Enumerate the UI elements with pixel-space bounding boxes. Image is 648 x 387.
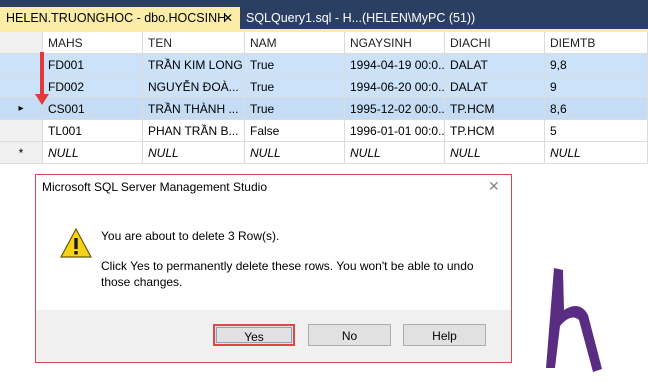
cell-mahs[interactable]: FD001 <box>43 54 143 76</box>
cell-mahs[interactable]: TL001 <box>43 120 143 142</box>
dialog-message: You are about to delete 3 Row(s). <box>101 229 280 243</box>
dialog-detail-message: Click Yes to permanently delete these ro… <box>101 259 474 289</box>
cell-diachi[interactable]: DALAT <box>445 76 545 98</box>
cell-mahs-null[interactable]: NULL <box>43 142 143 164</box>
dialog-close-icon[interactable]: ✕ <box>488 178 500 195</box>
cell-diachi[interactable]: DALAT <box>445 54 545 76</box>
tab-label: HELEN.TRUONGHOC - dbo.HOCSINH <box>6 11 227 25</box>
cell-ngaysinh[interactable]: 1995-12-02 00:0... <box>345 98 445 120</box>
cell-nam[interactable]: True <box>245 98 345 120</box>
column-header-nam[interactable]: NAM <box>245 32 345 54</box>
cell-ten-null[interactable]: NULL <box>143 142 245 164</box>
cell-nam-null[interactable]: NULL <box>245 142 345 164</box>
cell-diemtb[interactable]: 9 <box>545 76 648 98</box>
cell-ten[interactable]: TRẦN KIM LONG <box>143 54 245 76</box>
cell-diachi[interactable]: TP.HCM <box>445 120 545 142</box>
cell-diemtb[interactable]: 8,6 <box>545 98 648 120</box>
column-header-diachi[interactable]: DIACHI <box>445 32 545 54</box>
annotation-arrow-shaft <box>40 52 44 96</box>
cell-ten[interactable]: NGUYỄN ĐOÀ... <box>143 76 245 98</box>
cell-ngaysinh[interactable]: 1996-01-01 00:0... <box>345 120 445 142</box>
document-tab-strip: HELEN.TRUONGHOC - dbo.HOCSINH ✕ SQLQuery… <box>0 0 648 29</box>
cell-nam[interactable]: False <box>245 120 345 142</box>
cell-ten[interactable]: TRẦN THÀNH ... <box>143 98 245 120</box>
cell-diemtb[interactable]: 5 <box>545 120 648 142</box>
tab-hocsinh-table[interactable]: HELEN.TRUONGHOC - dbo.HOCSINH ✕ <box>0 7 240 29</box>
cell-ten[interactable]: PHAN TRẦN B... <box>143 120 245 142</box>
annotation-arrow-head <box>35 94 49 105</box>
cell-ngaysinh[interactable]: 1994-04-19 00:0... <box>345 54 445 76</box>
column-header-ten[interactable]: TEN <box>143 32 245 54</box>
cell-ngaysinh[interactable]: 1994-06-20 00:0... <box>345 76 445 98</box>
column-header-mahs[interactable]: MAHS <box>43 32 143 54</box>
yes-button[interactable]: Yes <box>213 324 295 346</box>
cell-diemtb-null[interactable]: NULL <box>545 142 648 164</box>
dialog-title: Microsoft SQL Server Management Studio <box>42 180 267 194</box>
new-row-selector[interactable]: * <box>0 142 43 164</box>
help-button[interactable]: Help <box>403 324 486 346</box>
cell-diachi[interactable]: TP.HCM <box>445 98 545 120</box>
column-header-diemtb[interactable]: DIEMTB <box>545 32 648 54</box>
row-selector[interactable] <box>0 120 43 142</box>
grid-corner-header[interactable] <box>0 32 43 54</box>
cell-ngaysinh-null[interactable]: NULL <box>345 142 445 164</box>
cell-nam[interactable]: True <box>245 54 345 76</box>
row-selector[interactable] <box>0 54 43 76</box>
cell-mahs[interactable]: FD002 <box>43 76 143 98</box>
close-tab-icon[interactable]: ✕ <box>223 7 233 29</box>
no-button[interactable]: No <box>308 324 391 346</box>
tab-sqlquery1[interactable]: SQLQuery1.sql - H...(HELEN\MyPC (51)) <box>240 7 475 29</box>
cell-mahs[interactable]: CS001 <box>43 98 143 120</box>
table-data-grid: MAHS TEN NAM NGAYSINH DIACHI DIEMTB FD00… <box>0 32 648 166</box>
column-header-ngaysinh[interactable]: NGAYSINH <box>345 32 445 54</box>
delete-confirmation-dialog: Microsoft SQL Server Management Studio ✕… <box>35 174 512 363</box>
h-logo-icon <box>546 268 602 372</box>
cell-diachi-null[interactable]: NULL <box>445 142 545 164</box>
cell-diemtb[interactable]: 9,8 <box>545 54 648 76</box>
cell-nam[interactable]: True <box>245 76 345 98</box>
warning-icon <box>59 227 93 258</box>
tab-label: SQLQuery1.sql - H...(HELEN\MyPC (51)) <box>246 11 476 25</box>
